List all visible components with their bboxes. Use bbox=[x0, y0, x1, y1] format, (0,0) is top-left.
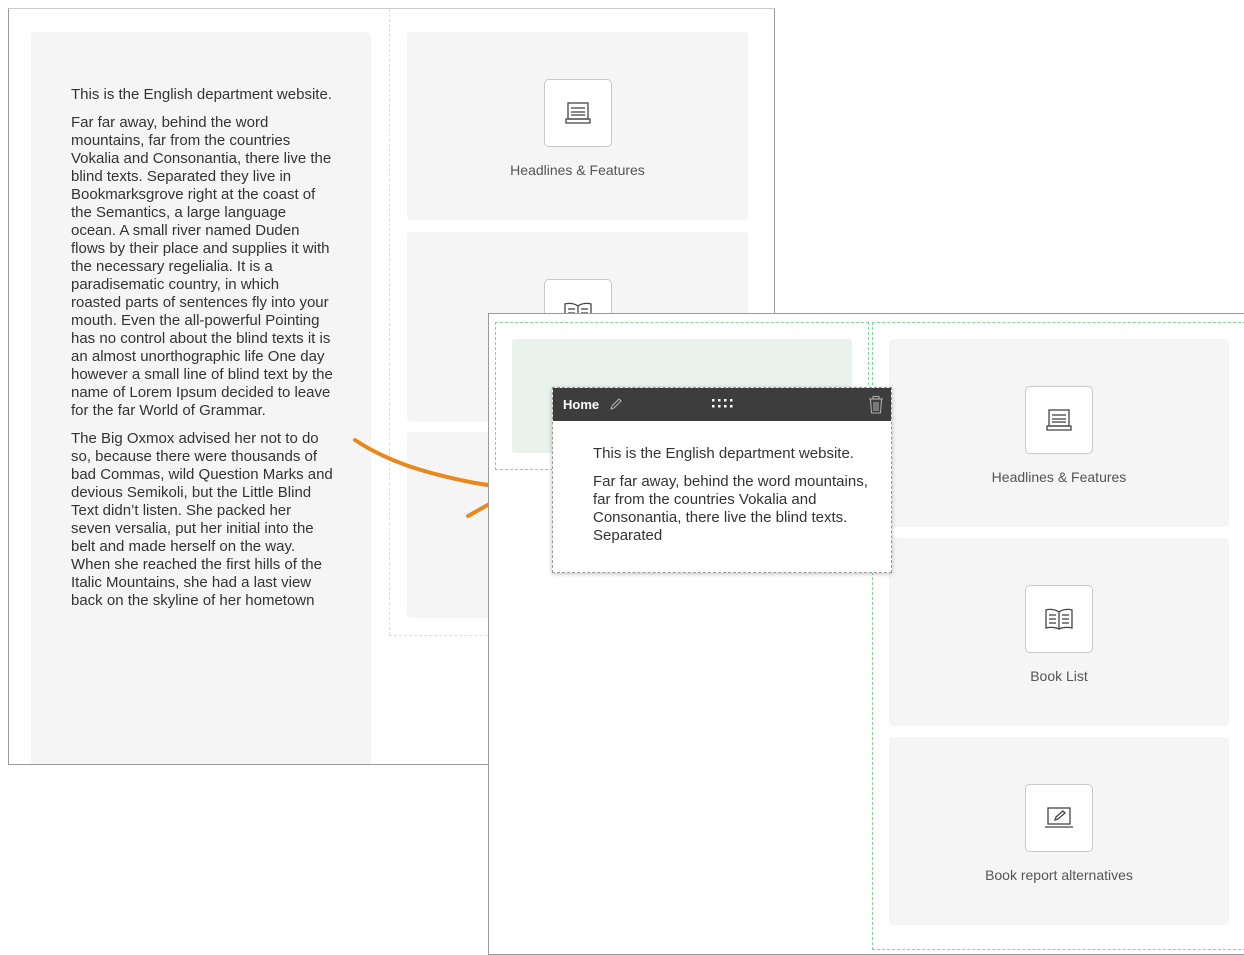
text-paragraph: The Big Oxmox advised her not to do so, … bbox=[71, 430, 333, 609]
edit-screen-icon bbox=[1025, 784, 1093, 852]
text-paragraph: This is the English department website. bbox=[71, 86, 332, 103]
tile-book-list[interactable]: Book List bbox=[889, 538, 1229, 726]
block-toolbar[interactable]: Home bbox=[553, 388, 891, 421]
tile-headlines-features[interactable]: Headlines & Features bbox=[889, 339, 1229, 527]
pencil-icon[interactable] bbox=[609, 397, 623, 416]
text-paragraph: Far far away, behind the word mountains,… bbox=[593, 473, 868, 544]
text-paragraph: This is the English department website. bbox=[593, 445, 854, 462]
tile-book-report-alternatives[interactable]: Book report alternatives bbox=[889, 737, 1229, 925]
dragged-text-block[interactable]: Home This is the English department webs… bbox=[552, 387, 892, 573]
newspaper-icon bbox=[543, 79, 612, 147]
tile-label: Book report alternatives bbox=[985, 867, 1133, 883]
newspaper-icon bbox=[1025, 386, 1093, 454]
column-divider bbox=[389, 9, 390, 635]
tile-headlines-features[interactable]: Headlines & Features bbox=[407, 32, 748, 220]
tile-label: Headlines & Features bbox=[991, 469, 1127, 485]
block-title: Home bbox=[563, 397, 600, 412]
open-book-icon bbox=[1025, 585, 1093, 653]
text-block[interactable]: This is the English department website. … bbox=[31, 32, 371, 764]
block-content: This is the English department website. … bbox=[593, 445, 871, 555]
trash-icon[interactable] bbox=[867, 395, 885, 420]
text-paragraph: Far far away, behind the word mountains,… bbox=[71, 114, 333, 419]
tile-label: Headlines & Features bbox=[510, 162, 645, 178]
tile-label: Book List bbox=[1030, 668, 1088, 684]
drag-handle-icon[interactable] bbox=[711, 396, 735, 415]
